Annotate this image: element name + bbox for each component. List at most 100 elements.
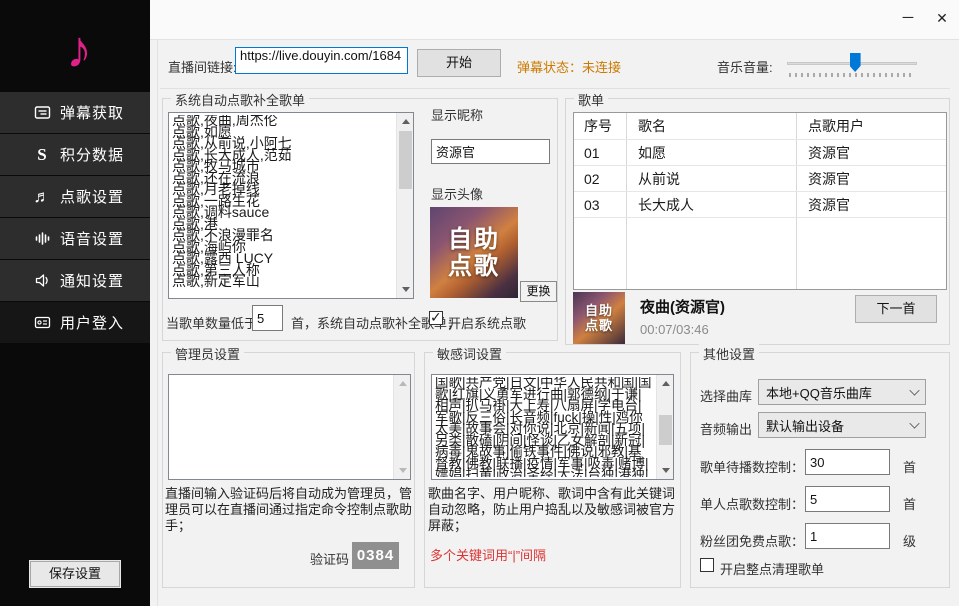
library-select[interactable]: 本地+QQ音乐曲库 bbox=[758, 379, 926, 405]
close-button[interactable]: ✕ bbox=[929, 6, 955, 30]
scroll-down-icon[interactable] bbox=[397, 281, 414, 298]
app-window: ♪ 弹幕获取 S 积分数据 ♬ 点歌设置 语音设置 bbox=[0, 0, 959, 606]
sidebar-item-label: 语音设置 bbox=[60, 228, 124, 249]
per-user-limit-input[interactable]: 5 bbox=[805, 486, 890, 512]
table-row[interactable]: 03 长大成人 资源官 bbox=[574, 192, 946, 217]
hourly-clear-checkbox[interactable] bbox=[700, 558, 714, 572]
sidebar-item-label: 积分数据 bbox=[60, 144, 124, 165]
cell-index: 01 bbox=[574, 145, 626, 161]
admin-textarea[interactable] bbox=[168, 374, 411, 480]
per-user-limit-unit: 首 bbox=[903, 494, 916, 513]
thumb-text-line2: 点歌 bbox=[585, 318, 613, 333]
library-label: 选择曲库 bbox=[700, 386, 752, 405]
audio-output-select[interactable]: 默认输出设备 bbox=[758, 412, 926, 438]
table-row[interactable]: 02 从前说 资源官 bbox=[574, 166, 946, 191]
scroll-up-icon[interactable] bbox=[397, 113, 414, 130]
scroll-up-icon[interactable] bbox=[657, 375, 674, 392]
topbar-divider bbox=[160, 88, 950, 89]
library-select-value: 本地+QQ音乐曲库 bbox=[766, 383, 872, 402]
audio-output-select-value: 默认输出设备 bbox=[766, 416, 844, 435]
cell-index: 03 bbox=[574, 197, 626, 213]
cell-song: 长大成人 bbox=[626, 195, 796, 215]
sidebar: ♪ 弹幕获取 S 积分数据 ♬ 点歌设置 语音设置 bbox=[0, 0, 150, 606]
sensitive-scrollbar[interactable] bbox=[656, 375, 673, 479]
thumb-text-line1: 自助 bbox=[585, 303, 613, 318]
queue-limit-label: 歌单待播数控制： bbox=[700, 457, 804, 476]
danmaku-status: 弹幕状态：未连接 bbox=[517, 57, 621, 76]
cell-user: 资源官 bbox=[796, 143, 850, 163]
volume-slider-handle[interactable] bbox=[850, 53, 861, 72]
scrollbar-thumb[interactable] bbox=[399, 131, 412, 189]
now-playing-title: 夜曲(资源官) bbox=[640, 296, 725, 317]
next-song-button[interactable]: 下一首 bbox=[855, 295, 937, 323]
queue-limit-input[interactable]: 30 bbox=[805, 449, 890, 475]
change-avatar-button[interactable]: 更换 bbox=[520, 281, 557, 302]
threshold-input[interactable]: 5 bbox=[252, 305, 283, 331]
scroll-down-icon[interactable] bbox=[657, 462, 674, 479]
song-list-scrollbar[interactable] bbox=[396, 113, 413, 298]
cell-user: 资源官 bbox=[796, 195, 850, 215]
admin-scrollbar[interactable] bbox=[393, 375, 410, 479]
cell-song: 从前说 bbox=[626, 169, 796, 189]
admin-group-title: 管理员设置 bbox=[171, 344, 244, 363]
scroll-up-icon[interactable] bbox=[394, 375, 411, 392]
points-icon: S bbox=[33, 146, 51, 164]
fanclub-free-input[interactable]: 1 bbox=[805, 523, 890, 549]
user-login-icon bbox=[33, 314, 51, 332]
other-group-title: 其他设置 bbox=[699, 344, 759, 363]
room-link-input[interactable]: https://live.douyin.com/1684 bbox=[235, 47, 408, 74]
app-logo: ♪ bbox=[0, 10, 150, 90]
start-button[interactable]: 开始 bbox=[417, 49, 501, 77]
volume-label: 音乐音量: bbox=[717, 57, 773, 76]
volume-slider[interactable] bbox=[787, 52, 917, 78]
danmaku-icon bbox=[33, 104, 51, 122]
autoplay-song-listbox[interactable]: 点歌,夜曲,周杰伦 点歌,如愿 点歌,从前说,小阿七 点歌,长大成人,范茹 点歌… bbox=[168, 112, 414, 299]
table-row[interactable]: 01 如愿 资源官 bbox=[574, 140, 946, 165]
danmaku-status-label: 弹幕状态： bbox=[517, 60, 582, 75]
sidebar-item-label: 点歌设置 bbox=[60, 186, 124, 207]
sensitive-tip-text: 多个关键词用“|”间隔 bbox=[430, 545, 546, 564]
titlebar bbox=[150, 0, 959, 40]
admin-hint-text: 直播间输入验证码后将自动成为管理员，管理员可以在直播间通过指定命令控制点歌助手； bbox=[165, 486, 415, 534]
sidebar-item-label: 用户登入 bbox=[60, 312, 124, 333]
system-song-checkbox-label: 开启系统点歌 bbox=[448, 313, 526, 332]
scroll-down-icon[interactable] bbox=[394, 462, 411, 479]
sidebar-item-voice[interactable]: 语音设置 bbox=[0, 218, 150, 259]
sidebar-item-label: 弹幕获取 bbox=[60, 102, 124, 123]
music-note-logo-icon: ♪ bbox=[66, 24, 92, 76]
admin-textarea-value bbox=[172, 377, 391, 477]
minimize-button[interactable]: ─ bbox=[895, 6, 921, 30]
panel-edge bbox=[157, 40, 158, 606]
cell-user: 资源官 bbox=[796, 169, 850, 189]
nickname-label: 显示昵称 bbox=[431, 105, 483, 124]
avatar-label: 显示头像 bbox=[431, 184, 483, 203]
captcha-value: 0384 bbox=[352, 542, 399, 569]
now-playing-thumbnail: 自助 点歌 bbox=[573, 292, 625, 344]
hourly-clear-checkbox-label: 开启整点清理歌单 bbox=[720, 559, 824, 578]
audio-output-label: 音频输出 bbox=[700, 419, 752, 438]
sensitive-words-text: 国歌|共产党|日文|中华人民共和国|国歌|红旗|义勇军进行曲|郭德纲|于谦|相声… bbox=[435, 377, 654, 477]
sensitive-textarea[interactable]: 国歌|共产党|日文|中华人民共和国|国歌|红旗|义勇军进行曲|郭德纲|于谦|相声… bbox=[431, 374, 674, 480]
sidebar-item-notification[interactable]: 通知设置 bbox=[0, 260, 150, 301]
sidebar-item-danmaku[interactable]: 弹幕获取 bbox=[0, 92, 150, 133]
autoplay-group-title: 系统自动点歌补全歌单 bbox=[171, 90, 309, 109]
table-header-row: 序号 歌名 点歌用户 bbox=[574, 113, 946, 139]
avatar-image: 自助 点歌 bbox=[430, 207, 518, 298]
playlist-table[interactable]: 序号 歌名 点歌用户 01 如愿 资源官 02 从前说 资源官 03 长大成人 … bbox=[573, 112, 947, 290]
sidebar-menu: 弹幕获取 S 积分数据 ♬ 点歌设置 语音设置 通知设置 bbox=[0, 92, 150, 344]
notification-icon bbox=[33, 272, 51, 290]
cell-song: 如愿 bbox=[626, 143, 796, 163]
autoplay-song-list: 点歌,夜曲,周杰伦 点歌,如愿 点歌,从前说,小阿七 点歌,长大成人,范茹 点歌… bbox=[172, 115, 394, 296]
system-song-checkbox[interactable] bbox=[429, 311, 443, 325]
sidebar-item-song-settings[interactable]: ♬ 点歌设置 bbox=[0, 176, 150, 217]
sensitive-hint-text: 歌曲名字、用户昵称、歌词中含有此关键词自动忽略，防止用户捣乱以及敏感词被官方屏蔽… bbox=[428, 486, 681, 534]
chevron-down-icon bbox=[909, 418, 919, 428]
scrollbar-thumb[interactable] bbox=[659, 415, 672, 445]
volume-slider-ticks bbox=[789, 73, 915, 77]
sidebar-item-points[interactable]: S 积分数据 bbox=[0, 134, 150, 175]
sidebar-item-label: 通知设置 bbox=[60, 270, 124, 291]
nickname-input[interactable]: 资源官 bbox=[431, 139, 550, 164]
sidebar-item-user-login[interactable]: 用户登入 bbox=[0, 302, 150, 343]
col-header-index: 序号 bbox=[574, 116, 626, 136]
save-settings-button[interactable]: 保存设置 bbox=[30, 561, 120, 587]
